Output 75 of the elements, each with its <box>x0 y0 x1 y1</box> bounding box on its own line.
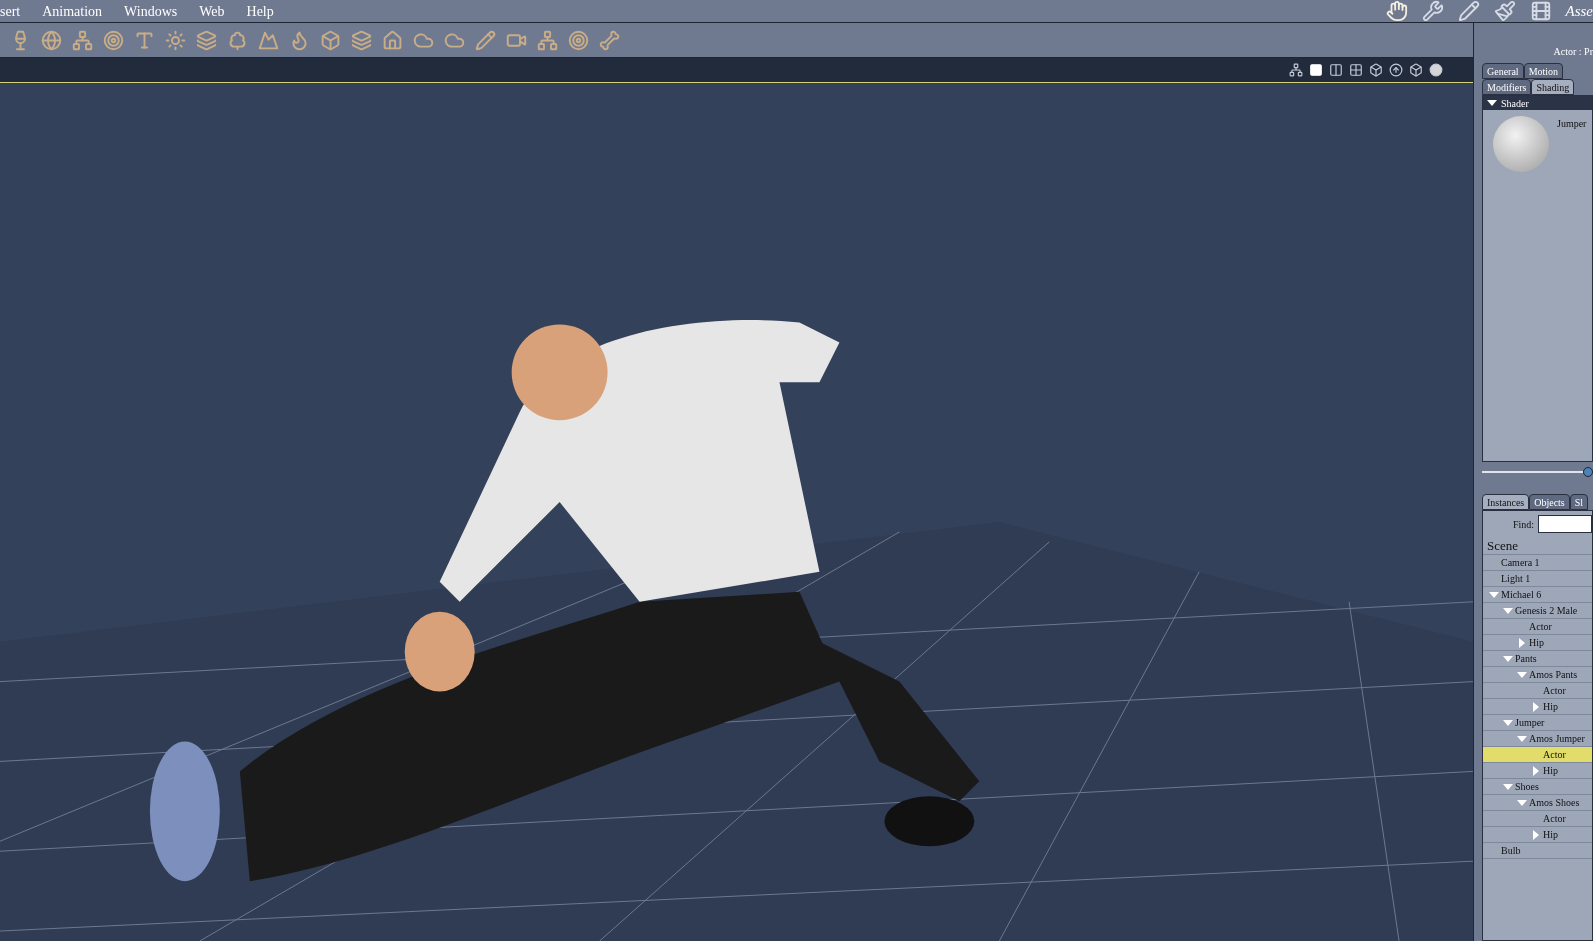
tree-label: Light 1 <box>1501 572 1531 586</box>
split-view-icon[interactable] <box>1329 63 1343 77</box>
tree-label: Actor <box>1529 620 1552 634</box>
tab[interactable]: Modifiers <box>1482 79 1532 95</box>
tree-label: Jumper <box>1515 716 1545 730</box>
brush-icon[interactable] <box>1493 0 1516 22</box>
tree-label: Genesis 2 Male <box>1515 604 1578 618</box>
tree-label: Pants <box>1515 652 1537 666</box>
collapsed-triangle-icon[interactable] <box>1531 829 1541 840</box>
tab[interactable]: Sl <box>1569 494 1589 510</box>
material-name: Jumper <box>1557 117 1587 131</box>
tree-row[interactable]: Hip <box>1483 635 1592 651</box>
bone-icon[interactable] <box>599 29 620 51</box>
section-header[interactable]: Shader <box>1483 96 1592 110</box>
box-icon[interactable] <box>320 29 341 51</box>
tree-label: Hip <box>1543 700 1558 714</box>
tree-label: Actor <box>1543 748 1566 762</box>
single-view-icon[interactable] <box>1309 63 1323 77</box>
tab[interactable]: Instances <box>1482 494 1530 510</box>
quad-view-icon[interactable] <box>1349 63 1363 77</box>
expanded-triangle-icon[interactable] <box>1487 98 1497 108</box>
tree-row[interactable]: Hip <box>1483 763 1592 779</box>
tree-label: Hip <box>1543 764 1558 778</box>
tree-title: Scene <box>1487 536 1519 555</box>
find-field[interactable] <box>1538 515 1592 533</box>
section-title: Shader <box>1501 96 1529 111</box>
house-icon[interactable] <box>382 29 403 51</box>
tab[interactable]: Shading <box>1531 79 1575 95</box>
tree-icon[interactable] <box>227 29 248 51</box>
nodes-icon[interactable] <box>1289 63 1303 77</box>
globe-icon[interactable] <box>41 29 62 51</box>
ring-icon[interactable] <box>103 29 124 51</box>
tree-label: Amos Pants <box>1529 668 1578 682</box>
tree-label: Hip <box>1529 636 1544 650</box>
collapsed-triangle-icon[interactable] <box>1531 701 1541 712</box>
hierarchy-icon[interactable] <box>537 29 558 51</box>
tree-row[interactable]: Hip <box>1483 699 1592 715</box>
tree-label: Actor <box>1543 684 1566 698</box>
tree-label: Shoes <box>1515 780 1539 794</box>
menu-item[interactable]: Web <box>199 0 225 22</box>
tab[interactable]: General <box>1482 63 1524 79</box>
tree-label: Amos Shoes <box>1529 796 1580 810</box>
pencil-icon[interactable] <box>1457 0 1480 22</box>
hill-icon[interactable] <box>258 29 279 51</box>
tree-label: Amos Jumper <box>1529 732 1585 746</box>
pen-icon[interactable] <box>475 29 496 51</box>
flame-icon[interactable] <box>289 29 310 51</box>
tree-row[interactable]: Actor <box>1483 747 1592 763</box>
tree-label: Actor <box>1543 812 1566 826</box>
menu-item[interactable]: sert <box>0 0 21 22</box>
tree-label: Hip <box>1543 828 1558 842</box>
find-label: Find: <box>1513 517 1535 532</box>
menu-item[interactable]: Animation <box>42 0 103 22</box>
tree-label: Camera 1 <box>1501 556 1540 570</box>
nodes-icon[interactable] <box>72 29 93 51</box>
collapsed-triangle-icon[interactable] <box>1531 765 1541 776</box>
tab[interactable]: Motion <box>1523 63 1564 79</box>
slider-handle[interactable] <box>1583 467 1593 477</box>
tree-label: Michael 6 <box>1501 588 1542 602</box>
layers-icon[interactable] <box>196 29 217 51</box>
room-tab[interactable]: Asse <box>1565 0 1593 23</box>
tree-label: Bulb <box>1501 844 1521 858</box>
arrow-circle-icon[interactable] <box>1389 63 1403 77</box>
wireframe-cube-icon[interactable] <box>1409 63 1423 77</box>
wrench-icon[interactable] <box>1421 0 1444 22</box>
tree-row[interactable]: Hip <box>1483 827 1592 843</box>
film-icon[interactable] <box>1529 0 1552 22</box>
menu-item[interactable]: Windows <box>124 0 178 22</box>
menu-item[interactable]: Help <box>246 0 274 22</box>
collapsed-triangle-icon[interactable] <box>1517 637 1527 648</box>
tab[interactable]: Objects <box>1529 494 1570 510</box>
hand-icon[interactable] <box>1385 0 1408 22</box>
actor-label: Actor : Pr <box>1553 45 1593 59</box>
cube-icon[interactable] <box>1369 63 1383 77</box>
target-icon[interactable] <box>568 29 589 51</box>
